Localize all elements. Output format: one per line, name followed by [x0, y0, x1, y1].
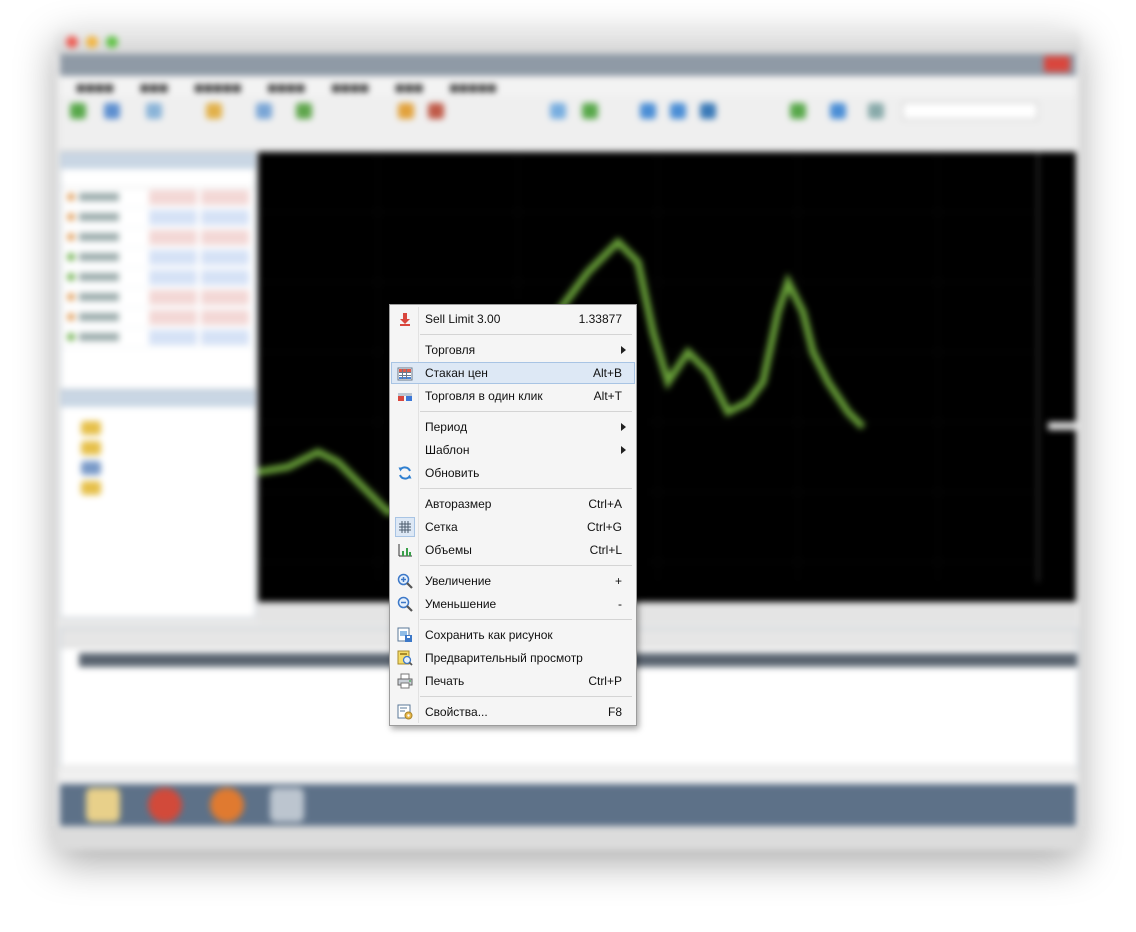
- menu-item-shortcut: -: [618, 597, 622, 611]
- menu-item-one-click-trading[interactable]: Торговля в один клик Alt+T: [392, 385, 634, 407]
- menu-item-label: Торговля в один клик: [425, 389, 543, 403]
- menu-item-autosize[interactable]: Авторазмер Ctrl+A: [392, 493, 634, 515]
- menu-item-zoom-in[interactable]: Увеличение +: [392, 570, 634, 592]
- menu-item-period[interactable]: Период: [392, 416, 634, 438]
- printer-icon: [397, 673, 413, 689]
- menu-item-shortcut: Ctrl+G: [586, 520, 622, 534]
- menu-item-label: Сетка: [425, 520, 458, 534]
- save-picture-icon: [397, 627, 413, 643]
- chart-tabs: [258, 604, 1076, 624]
- one-click-trading-icon: [397, 388, 413, 404]
- status-bar: [60, 766, 1076, 785]
- menu-item-shortcut: Ctrl+L: [589, 543, 622, 557]
- menu-separator: [420, 619, 632, 620]
- menu-item-label: Период: [425, 420, 468, 434]
- menu-item-shortcut: Ctrl+A: [588, 497, 622, 511]
- mac-window-footer: [56, 826, 1080, 850]
- grid-icon: [395, 517, 415, 537]
- refresh-icon: [397, 465, 413, 481]
- volumes-icon: [397, 542, 413, 558]
- menu-item-template[interactable]: Шаблон: [392, 439, 634, 461]
- menu-item-label: Авторазмер: [425, 497, 492, 511]
- menu-item-shortcut: +: [614, 574, 622, 588]
- menu-item-zoom-out[interactable]: Уменьшение -: [392, 593, 634, 615]
- menu-separator: [420, 334, 632, 335]
- menu-item-grid[interactable]: Сетка Ctrl+G: [392, 516, 634, 538]
- menu-item-label: Торговля: [425, 343, 476, 357]
- chart-context-menu: Sell Limit 3.00 1.33877 Торговля Стакан …: [389, 304, 637, 726]
- terminal-titlebar: [60, 54, 1076, 76]
- price-chart: [257, 152, 1076, 602]
- menu-item-sell-limit[interactable]: Sell Limit 3.00 1.33877: [392, 308, 634, 330]
- menu-item-label: Сохранить как рисунок: [425, 628, 553, 642]
- menu-item-refresh[interactable]: Обновить: [392, 462, 634, 484]
- toolbar-standard: [60, 96, 1076, 127]
- menu-item-print-preview[interactable]: Предварительный просмотр: [392, 647, 634, 669]
- menu-item-shortcut: 1.33877: [578, 312, 622, 326]
- menu-item-trading[interactable]: Торговля: [392, 339, 634, 361]
- menu-item-label: Предварительный просмотр: [425, 651, 583, 665]
- sell-arrow-icon: [397, 311, 413, 327]
- menu-item-label: Шаблон: [425, 443, 470, 457]
- menu-item-shortcut: Ctrl+P: [588, 674, 622, 688]
- print-preview-icon: [397, 650, 413, 666]
- menu-item-volumes[interactable]: Объемы Ctrl+L: [392, 539, 634, 561]
- menu-item-label: Свойства...: [425, 705, 488, 719]
- submenu-arrow-icon: [621, 423, 626, 431]
- menu-item-save-as-picture[interactable]: Сохранить как рисунок: [392, 624, 634, 646]
- submenu-arrow-icon: [621, 346, 626, 354]
- menu-item-label: Sell Limit 3.00: [425, 312, 501, 326]
- menu-separator: [420, 696, 632, 697]
- menu-item-properties[interactable]: Свойства... F8: [392, 701, 634, 723]
- toolbar-charts: [60, 126, 1076, 151]
- menu-item-shortcut: Alt+T: [593, 389, 622, 403]
- menu-item-label: Печать: [425, 674, 465, 688]
- menu-item-label: Увеличение: [425, 574, 492, 588]
- menu-item-label: Объемы: [425, 543, 472, 557]
- mac-titlebar: [56, 30, 1080, 54]
- zoom-out-icon: [397, 596, 413, 612]
- properties-icon: [397, 704, 413, 720]
- price-chart-canvas: [257, 152, 1076, 582]
- zoom-in-icon: [397, 573, 413, 589]
- menu-item-depth-of-market[interactable]: Стакан цен Alt+B: [391, 362, 635, 384]
- menu-separator: [420, 411, 632, 412]
- menu-item-shortcut: F8: [607, 705, 622, 719]
- windows-taskbar: [60, 784, 1076, 826]
- market-watch-panel: [60, 152, 256, 390]
- menu-item-print[interactable]: Печать Ctrl+P: [392, 670, 634, 692]
- menu-separator: [420, 565, 632, 566]
- menu-item-label: Уменьшение: [425, 597, 497, 611]
- main-menubar: ■■■■ ■■■ ■■■■■ ■■■■ ■■■■ ■■■ ■■■■■: [60, 76, 1076, 96]
- menu-item-label: Обновить: [425, 466, 480, 480]
- menu-separator: [420, 488, 632, 489]
- menu-item-label: Стакан цен: [425, 366, 488, 380]
- navigator-panel: [60, 390, 256, 618]
- menu-item-shortcut: Alt+B: [592, 366, 622, 380]
- depth-of-market-icon: [397, 366, 413, 382]
- submenu-arrow-icon: [621, 446, 626, 454]
